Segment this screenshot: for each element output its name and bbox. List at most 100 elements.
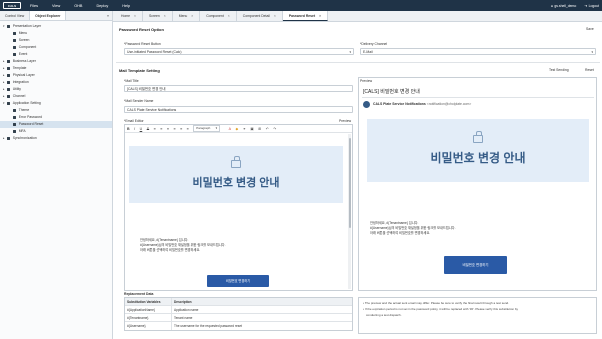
preview-link[interactable]: Preview xyxy=(339,119,351,123)
folder-icon xyxy=(13,109,17,112)
italic-button[interactable]: I xyxy=(134,127,135,131)
header-description: Description xyxy=(174,300,192,304)
underline-button[interactable]: U xyxy=(140,127,143,131)
tree-item[interactable]: ▸ Physical Layer xyxy=(0,72,112,79)
strike-button[interactable]: S xyxy=(147,127,149,131)
table-icon[interactable]: ⊞ xyxy=(258,127,261,131)
sender-avatar xyxy=(363,101,370,108)
tree-item[interactable]: ▸ Synchronization xyxy=(0,135,112,142)
folder-icon xyxy=(13,53,17,56)
tree-item[interactable]: ▸ Integration xyxy=(0,79,112,86)
tree-item-label: Password Reset xyxy=(18,122,44,126)
link-icon[interactable]: ⚭ xyxy=(243,127,246,131)
text-color-icon[interactable]: A xyxy=(229,127,231,131)
close-icon[interactable]: × xyxy=(319,14,321,18)
menu-deploy[interactable]: Deploy xyxy=(96,4,108,8)
document-tab[interactable]: Home × xyxy=(115,11,144,21)
editor-scrollbar[interactable] xyxy=(348,134,351,289)
document-tab[interactable]: Password Reset × xyxy=(282,11,329,21)
variable-cell: #{ApplicationName} xyxy=(125,306,172,313)
menu-help[interactable]: Help xyxy=(122,4,130,8)
save-button[interactable]: Save xyxy=(586,27,594,31)
tree-item[interactable]: Error Password xyxy=(0,114,112,121)
scrollbar-thumb[interactable] xyxy=(348,138,351,228)
menu-view[interactable]: View xyxy=(52,4,60,8)
reset-button[interactable]: Reset xyxy=(585,68,594,72)
preview-sender-email: <notification@cholplate.com> xyxy=(426,102,472,106)
mail-title-input[interactable]: [CALS] 비밀번호 변경 안내 xyxy=(124,85,353,92)
paragraph-select[interactable]: Paragraph ▾ xyxy=(193,125,221,132)
preview-body-line: 아래 버튼을 선택하여 비밀번호를 변경하세요. xyxy=(370,231,431,235)
bold-button[interactable]: B xyxy=(127,127,130,131)
preview-banner-title: 비밀번호 변경 안내 xyxy=(430,151,526,165)
tree-item-label: Error Password xyxy=(18,115,43,119)
tree-item-label: Integration xyxy=(12,80,29,84)
tree-item[interactable]: Screen xyxy=(0,37,112,44)
mail-sender-input[interactable]: CALS Plate Service Notifications xyxy=(124,106,353,113)
close-icon[interactable]: × xyxy=(164,14,166,18)
tree-item[interactable]: ▾ Application Setting xyxy=(0,100,112,107)
folder-icon xyxy=(7,102,11,105)
folder-icon xyxy=(7,60,11,63)
tree-item-label: Application Setting xyxy=(12,101,41,105)
note-line: conducting a test dispatch. xyxy=(366,313,402,317)
user-icon: ● xyxy=(550,3,553,8)
align-right-icon[interactable]: ≡ xyxy=(167,127,169,131)
folder-icon xyxy=(7,88,11,91)
tree-item[interactable]: Component xyxy=(0,44,112,51)
collapse-sidebar-icon[interactable]: « xyxy=(107,11,109,21)
tab-object-explorer[interactable]: Object Explorer xyxy=(30,11,67,20)
document-tab[interactable]: Screen × xyxy=(143,11,173,21)
tree-item[interactable]: ▸ Utility xyxy=(0,86,112,93)
redo-icon[interactable]: ↷ xyxy=(273,127,276,131)
tree-item-label: Event xyxy=(18,52,28,56)
table-row: #{Tenantname} Tenant name xyxy=(125,314,352,322)
close-icon[interactable]: × xyxy=(228,14,230,18)
document-tab[interactable]: Component Detail × xyxy=(237,11,283,21)
tab-label: Menu xyxy=(178,14,188,18)
number-list-icon[interactable]: ≡ xyxy=(187,127,189,131)
close-icon[interactable]: × xyxy=(274,14,276,18)
tree-item[interactable]: ▸ Business Layer xyxy=(0,58,112,65)
highlight-icon[interactable]: ◆ xyxy=(236,127,239,131)
table-row: #{Username} The username for the request… xyxy=(125,322,352,330)
divider xyxy=(362,97,594,98)
tree-item[interactable]: Theme xyxy=(0,107,112,114)
lock-icon xyxy=(231,155,241,168)
bullet-list-icon[interactable]: ≡ xyxy=(180,127,182,131)
document-tab[interactable]: Component × xyxy=(200,11,237,21)
menu-ohb[interactable]: OHB xyxy=(74,4,82,8)
editor-toolbar: B I U S ≡ ≡ ≡ ≡ ≡ ≡ Paragraph ▾ A ◆ ⚭ ▣ … xyxy=(125,125,352,133)
tree-item[interactable]: Password Reset xyxy=(0,121,112,128)
align-left-icon[interactable]: ≡ xyxy=(154,127,156,131)
tree-item[interactable]: Event xyxy=(0,51,112,58)
align-center-icon[interactable]: ≡ xyxy=(160,127,162,131)
close-icon[interactable]: × xyxy=(134,14,136,18)
tree-item[interactable]: Menu xyxy=(0,30,112,37)
email-editor-label: *Email Editor xyxy=(124,119,144,123)
image-icon[interactable]: ▣ xyxy=(250,127,253,131)
tree-item[interactable]: ▾ Presentation Layer xyxy=(0,23,112,30)
close-icon[interactable]: × xyxy=(191,14,193,18)
undo-icon[interactable]: ↶ xyxy=(266,127,269,131)
test-send-button[interactable]: Test Sending xyxy=(549,68,569,72)
document-tab[interactable]: Menu × xyxy=(173,11,201,21)
menu-files[interactable]: Files xyxy=(30,4,38,8)
align-justify-icon[interactable]: ≡ xyxy=(173,127,175,131)
reset-button-select[interactable]: Use-initiated Password Reset (Calc) ▾ xyxy=(124,48,354,55)
table-row: #{ApplicationName} Application name xyxy=(125,306,352,314)
tree-item[interactable]: ▸ Channel xyxy=(0,93,112,100)
logout-link[interactable]: Logout xyxy=(589,4,599,8)
tree-item[interactable]: MFA xyxy=(0,128,112,135)
user-name[interactable]: gs.shell_demo xyxy=(554,4,576,8)
preview-sender-name: CALS Plate Service Notifications xyxy=(373,102,426,106)
tree-item[interactable]: ▸ Template xyxy=(0,65,112,72)
delivery-channel-value: E-Mail xyxy=(363,50,373,54)
editor-reset-button[interactable]: 비밀번호 변경하기 xyxy=(207,275,269,287)
tab-control-view[interactable]: Control View xyxy=(0,11,31,20)
replacement-table: Substitution Variables Description #{App… xyxy=(124,297,353,331)
table-header: Substitution Variables Description xyxy=(125,298,352,306)
mail-template-title: Mail Template Setting xyxy=(119,68,160,73)
logout-icon: ⇥ xyxy=(584,3,588,8)
delivery-channel-select[interactable]: E-Mail ▾ xyxy=(360,48,596,55)
